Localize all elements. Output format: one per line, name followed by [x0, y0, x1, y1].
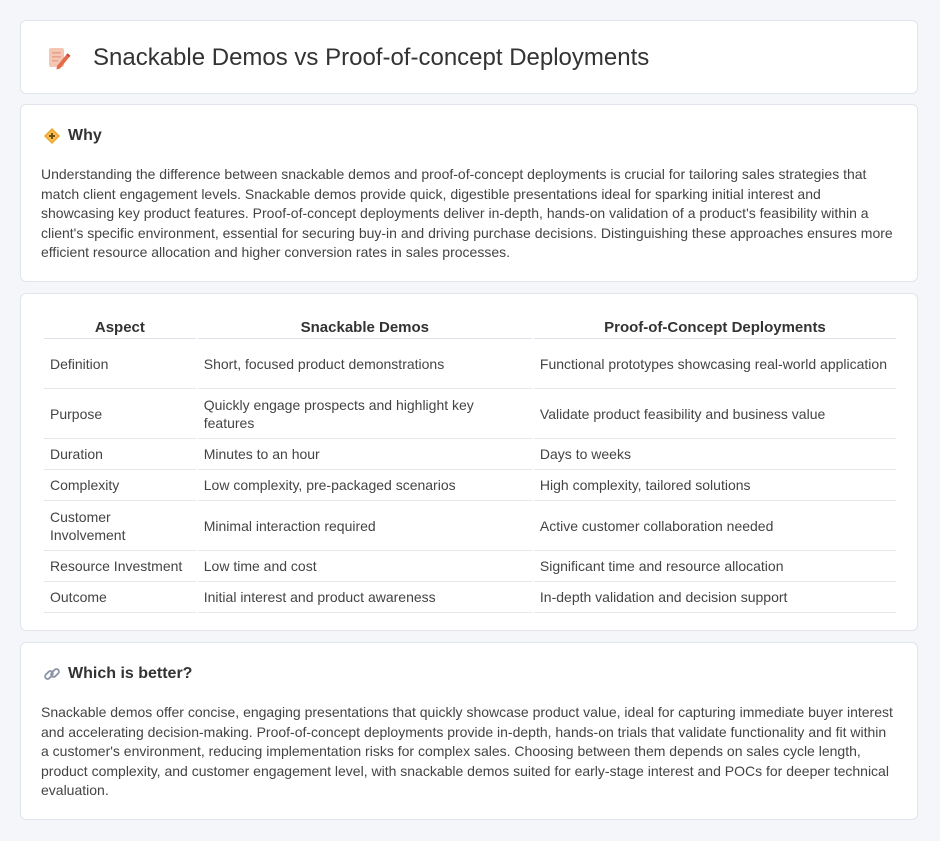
table-row: Customer Involvement Minimal interaction… [44, 501, 896, 551]
cell-poc: Active customer collaboration needed [533, 501, 896, 551]
why-heading-row: Why [43, 127, 102, 145]
cell-poc: In-depth validation and decision support [533, 582, 896, 613]
which-is-better-section: Which is better? Snackable demos offer c… [20, 642, 918, 820]
cell-poc: Functional prototypes showcasing real-wo… [533, 339, 896, 389]
why-section: Why Understanding the difference between… [20, 104, 918, 282]
title-card: Snackable Demos vs Proof-of-concept Depl… [20, 20, 918, 94]
header-aspect: Aspect [44, 316, 196, 339]
better-body: Snackable demos offer concise, engaging … [41, 704, 893, 799]
comparison-section: Aspect Snackable Demos Proof-of-Concept … [20, 293, 918, 631]
cell-poc: Significant time and resource allocation [533, 551, 896, 582]
cell-aspect: Resource Investment [44, 551, 196, 582]
cell-aspect: Purpose [44, 389, 196, 439]
cell-snackable: Minimal interaction required [197, 501, 532, 551]
cell-poc: High complexity, tailored solutions [533, 470, 896, 501]
cell-aspect: Definition [44, 339, 196, 389]
better-heading-row: Which is better? [43, 665, 192, 683]
comparison-table: Aspect Snackable Demos Proof-of-Concept … [42, 316, 898, 613]
table-row: Purpose Quickly engage prospects and hig… [44, 389, 896, 439]
cell-snackable: Minutes to an hour [197, 439, 532, 470]
cell-snackable: Short, focused product demonstrations [197, 339, 532, 389]
title-row: Snackable Demos vs Proof-of-concept Depl… [45, 21, 649, 95]
cell-aspect: Customer Involvement [44, 501, 196, 551]
cell-snackable: Low time and cost [197, 551, 532, 582]
table-row: Resource Investment Low time and cost Si… [44, 551, 896, 582]
diamond-sign-icon [43, 127, 61, 145]
header-poc-deployments: Proof-of-Concept Deployments [533, 316, 896, 339]
cell-aspect: Complexity [44, 470, 196, 501]
cell-snackable: Initial interest and product awareness [197, 582, 532, 613]
table-row: Duration Minutes to an hour Days to week… [44, 439, 896, 470]
cell-aspect: Duration [44, 439, 196, 470]
why-heading: Why [68, 127, 102, 144]
why-body: Understanding the difference between sna… [41, 166, 893, 261]
page-title: Snackable Demos vs Proof-of-concept Depl… [93, 44, 650, 71]
pencil-edit-icon [45, 45, 71, 71]
cell-snackable: Quickly engage prospects and highlight k… [197, 389, 532, 439]
cell-aspect: Outcome [44, 582, 196, 613]
table-header-row: Aspect Snackable Demos Proof-of-Concept … [44, 316, 896, 339]
table-row: Definition Short, focused product demons… [44, 339, 896, 389]
header-snackable-demos: Snackable Demos [197, 316, 532, 339]
cell-snackable: Low complexity, pre-packaged scenarios [197, 470, 532, 501]
better-heading: Which is better? [68, 665, 193, 682]
cell-poc: Validate product feasibility and busines… [533, 389, 896, 439]
table-row: Outcome Initial interest and product awa… [44, 582, 896, 613]
cell-poc: Days to weeks [533, 439, 896, 470]
table-row: Complexity Low complexity, pre-packaged … [44, 470, 896, 501]
link-icon [43, 665, 61, 683]
